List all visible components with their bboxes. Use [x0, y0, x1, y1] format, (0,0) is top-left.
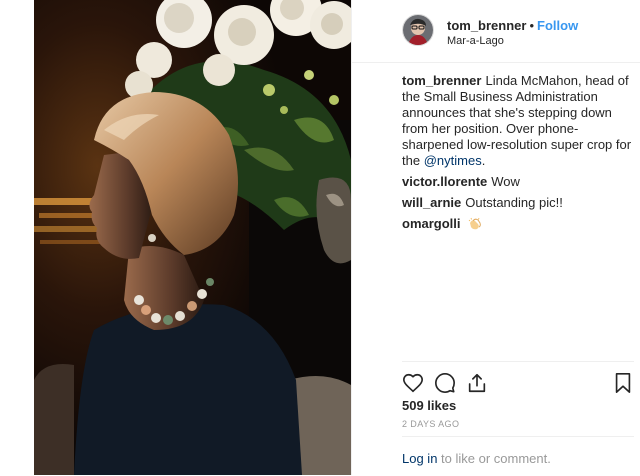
comments-section: tom_brenner Linda McMahon, head of the Sm… [402, 73, 634, 237]
post-details-panel: tom_brenner • Follow Mar-a-Lago tom_brenne… [351, 0, 640, 475]
share-icon [468, 373, 486, 393]
follow-button[interactable]: Follow [537, 18, 578, 33]
comment-item: victor.llorente Wow [402, 174, 634, 190]
author-avatar[interactable] [402, 14, 434, 46]
save-button[interactable] [612, 372, 634, 394]
action-bar [402, 361, 634, 402]
login-prompt-text: to like or comment. [441, 451, 551, 466]
post-header: tom_brenner • Follow Mar-a-Lago [352, 0, 640, 63]
portrait-image [34, 0, 351, 475]
post-photo[interactable] [34, 0, 351, 475]
caption-username[interactable]: tom_brenner [402, 73, 481, 88]
login-link[interactable]: Log in [402, 451, 437, 466]
comment-bubble-icon [435, 373, 455, 393]
comment-username[interactable]: will_arnie [402, 195, 461, 210]
comment-username[interactable]: omargolli [402, 216, 461, 231]
clapping-hands-icon [468, 217, 481, 230]
comment-item: will_arnie Outstanding pic!! [402, 195, 634, 211]
comment-item: omargolli [402, 216, 634, 232]
bookmark-icon [615, 373, 631, 393]
comment-button[interactable] [434, 372, 456, 394]
post-location[interactable]: Mar-a-Lago [447, 35, 504, 47]
like-count[interactable]: 509 likes [402, 398, 456, 413]
share-button[interactable] [466, 372, 488, 394]
mention-link[interactable]: @nytimes [424, 153, 482, 168]
comment-text: Wow [491, 174, 520, 189]
comment-text: Outstanding pic!! [465, 195, 563, 210]
author-line: tom_brenner • Follow [447, 18, 578, 33]
author-username[interactable]: tom_brenner [447, 18, 526, 33]
login-footer: Log in to like or comment. [402, 436, 634, 476]
separator-dot: • [529, 18, 535, 33]
post-timestamp[interactable]: 2 DAYS AGO [402, 419, 459, 429]
avatar-image [403, 15, 433, 45]
like-button[interactable] [402, 372, 424, 394]
heart-icon [403, 373, 423, 393]
caption-suffix: . [481, 153, 486, 168]
caption: tom_brenner Linda McMahon, head of the Sm… [402, 73, 634, 169]
left-gutter [0, 0, 34, 475]
login-prompt: Log in to like or comment. [402, 451, 551, 466]
comment-username[interactable]: victor.llorente [402, 174, 487, 189]
